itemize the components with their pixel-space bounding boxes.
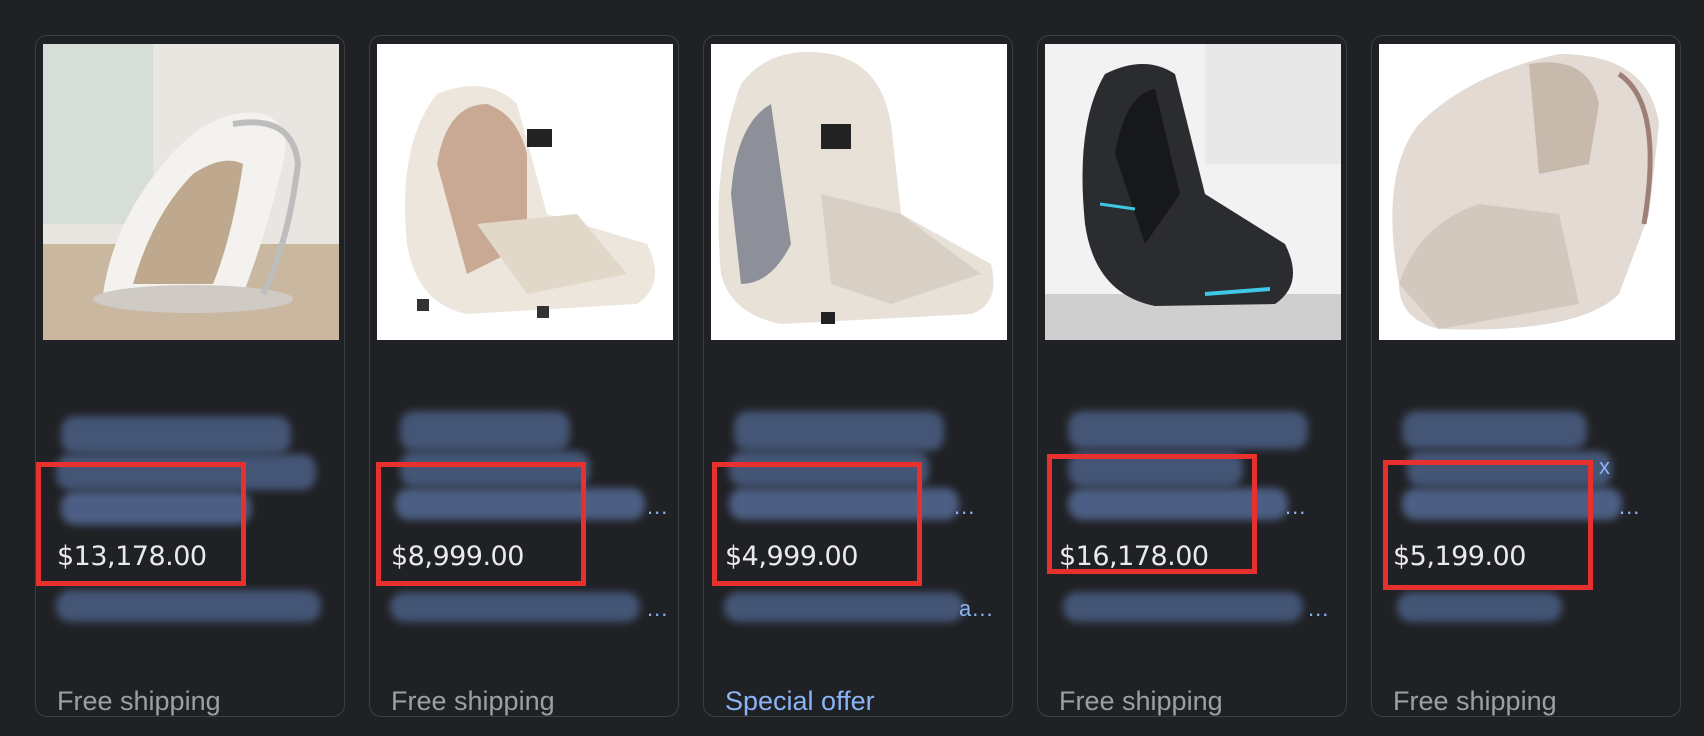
shipping-label: Free shipping [391,686,555,716]
product-card[interactable]: ... ... $8,999.00 Free shipping [369,35,679,717]
product-card[interactable]: ... ... $16,178.00 Free shipping [1037,35,1347,717]
shipping-label: Free shipping [1059,686,1223,716]
seller-link[interactable] [1387,586,1672,626]
massage-chair-white-image[interactable] [43,44,339,340]
seller-link[interactable] [51,586,336,626]
price-highlight-box [36,462,246,586]
product-card[interactable]: x ... $5,199.00 Free shipping [1371,35,1681,717]
massage-chair-black-image[interactable] [1045,44,1341,340]
special-offer-link[interactable]: Special offer [725,686,875,717]
massage-chair-gray-image[interactable] [711,44,1007,340]
chair-illustration [711,44,1007,340]
chair-illustration [1379,44,1675,340]
massage-chair-beige-image[interactable] [1379,44,1675,340]
shipping-label: Free shipping [57,686,221,716]
chair-illustration [43,44,339,340]
seller-link[interactable]: ... [385,586,670,626]
product-card[interactable]: ... a... $4,999.00 Special offer [703,35,1013,717]
price-highlight-box [712,462,922,586]
product-card[interactable]: $13,178.00 Free shipping [35,35,345,717]
price-highlight-box [376,462,586,586]
chair-illustration [377,44,673,340]
seller-link[interactable]: ... [1053,586,1338,626]
price-highlight-box [1383,460,1593,590]
price-highlight-box [1047,454,1257,574]
seller-link[interactable]: a... [719,586,1004,626]
shipping-label: Free shipping [1393,686,1557,716]
massage-chair-cream-image[interactable] [377,44,673,340]
chair-illustration [1045,44,1341,340]
